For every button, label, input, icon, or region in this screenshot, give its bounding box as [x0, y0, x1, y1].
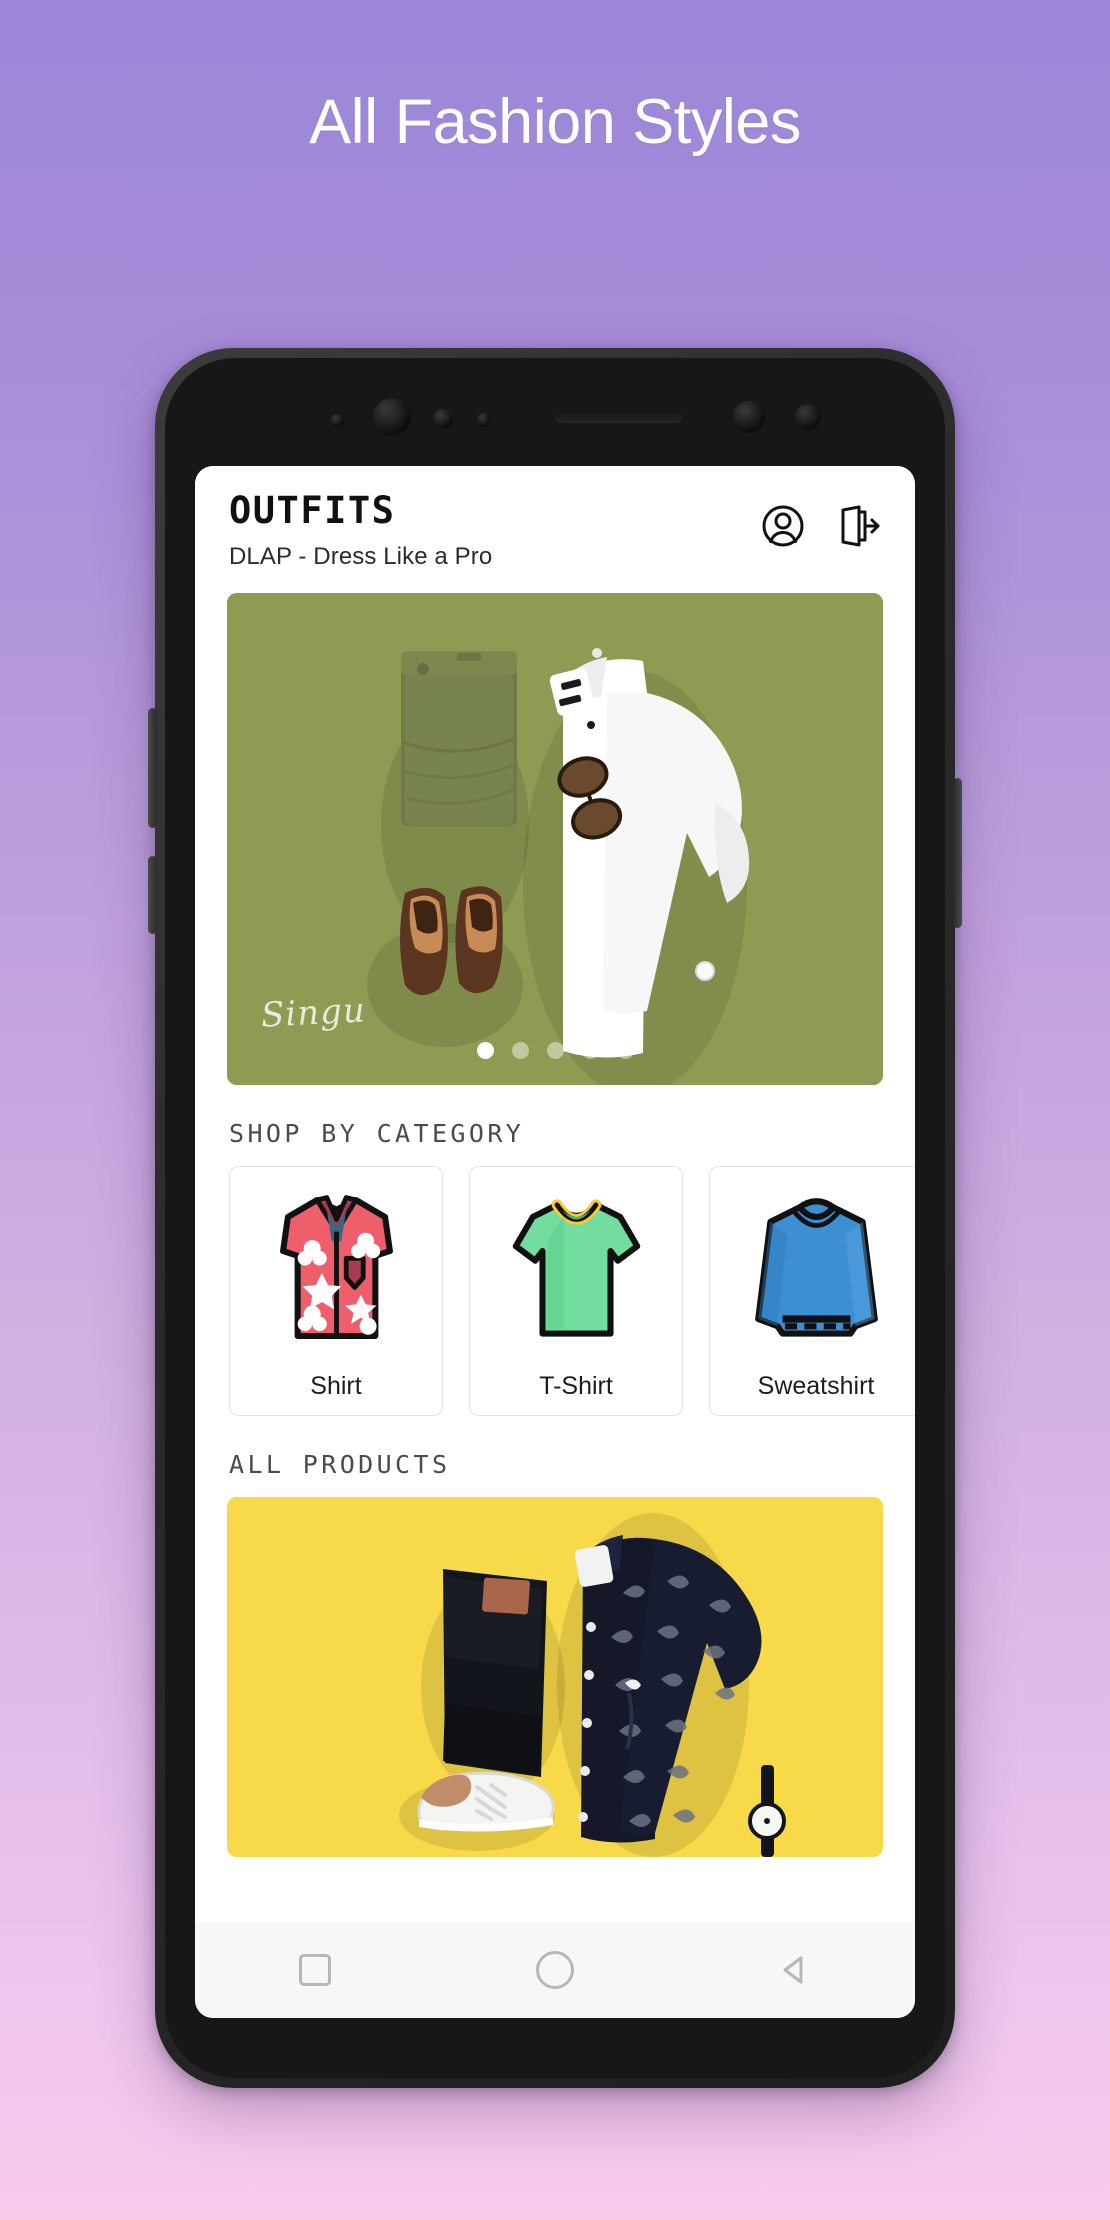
- phone-top-bezel: [165, 358, 945, 466]
- flash-icon: [795, 404, 821, 430]
- category-card-shirt[interactable]: Shirt: [229, 1165, 443, 1416]
- carousel-dot-3[interactable]: [546, 1041, 564, 1059]
- phone-body: OUTFITS DLAP - Dress Like a Pro Singu SH…: [165, 358, 945, 2078]
- category-label: Sweatshirt: [757, 1371, 875, 1400]
- product-flatlay-illustration: [227, 1496, 883, 1857]
- category-label: T-Shirt: [539, 1371, 613, 1400]
- sweatshirt-icon: [754, 1198, 878, 1337]
- volume-down-button[interactable]: [148, 856, 157, 934]
- header-actions: [759, 492, 881, 550]
- phone-mockup: OUTFITS DLAP - Dress Like a Pro Singu SH…: [148, 348, 962, 2088]
- sensor-small-icon: [331, 414, 344, 427]
- category-label: Shirt: [310, 1371, 362, 1400]
- volume-up-button[interactable]: [148, 708, 157, 828]
- category-card-sweatshirt[interactable]: Sweatshirt: [709, 1165, 915, 1416]
- carousel-dots[interactable]: [227, 1041, 883, 1059]
- hero-carousel[interactable]: Singu: [227, 592, 883, 1085]
- triangle-back-icon: [783, 1956, 803, 1984]
- shirt-icon: [279, 1194, 393, 1339]
- square-icon: [299, 1954, 331, 1986]
- app-screen: OUTFITS DLAP - Dress Like a Pro Singu SH…: [195, 466, 915, 2018]
- account-icon[interactable]: [759, 502, 807, 550]
- product-card[interactable]: [227, 1496, 883, 1857]
- carousel-dot-4[interactable]: [581, 1041, 599, 1059]
- sensor-tiny-icon: [477, 413, 491, 427]
- front-camera-icon: [373, 398, 411, 436]
- recents-button[interactable]: [292, 1947, 338, 1993]
- tshirt-icon: [512, 1199, 640, 1337]
- earpiece-speaker: [555, 410, 683, 423]
- android-nav-bar: [195, 1922, 915, 2018]
- phone-frame: OUTFITS DLAP - Dress Like a Pro Singu SH…: [148, 348, 962, 2088]
- category-card-tshirt[interactable]: T-Shirt: [469, 1165, 683, 1416]
- category-list[interactable]: Shirt T-Shirt Sweatshirt: [195, 1165, 915, 1416]
- rear-sensor-icon: [733, 401, 765, 433]
- sensor-mid-icon: [433, 409, 453, 429]
- section-heading-category: SHOP BY CATEGORY: [229, 1118, 525, 1148]
- app-subtitle: DLAP - Dress Like a Pro: [229, 542, 493, 570]
- carousel-dot-2[interactable]: [511, 1041, 529, 1059]
- brand-block: OUTFITS DLAP - Dress Like a Pro: [229, 489, 493, 571]
- logout-icon[interactable]: [833, 502, 881, 550]
- page-title: All Fashion Styles: [309, 87, 801, 157]
- carousel-dot-5[interactable]: [616, 1041, 634, 1059]
- back-button[interactable]: [772, 1947, 818, 1993]
- section-heading-products: ALL PRODUCTS: [229, 1449, 451, 1479]
- app-title: OUTFITS: [229, 489, 396, 532]
- home-button[interactable]: [532, 1947, 578, 1993]
- app-header: OUTFITS DLAP - Dress Like a Pro: [195, 466, 915, 589]
- power-button[interactable]: [953, 778, 962, 928]
- hero-watermark: Singu: [260, 990, 367, 1036]
- circle-icon: [536, 1951, 574, 1989]
- carousel-dot-1[interactable]: [476, 1041, 494, 1059]
